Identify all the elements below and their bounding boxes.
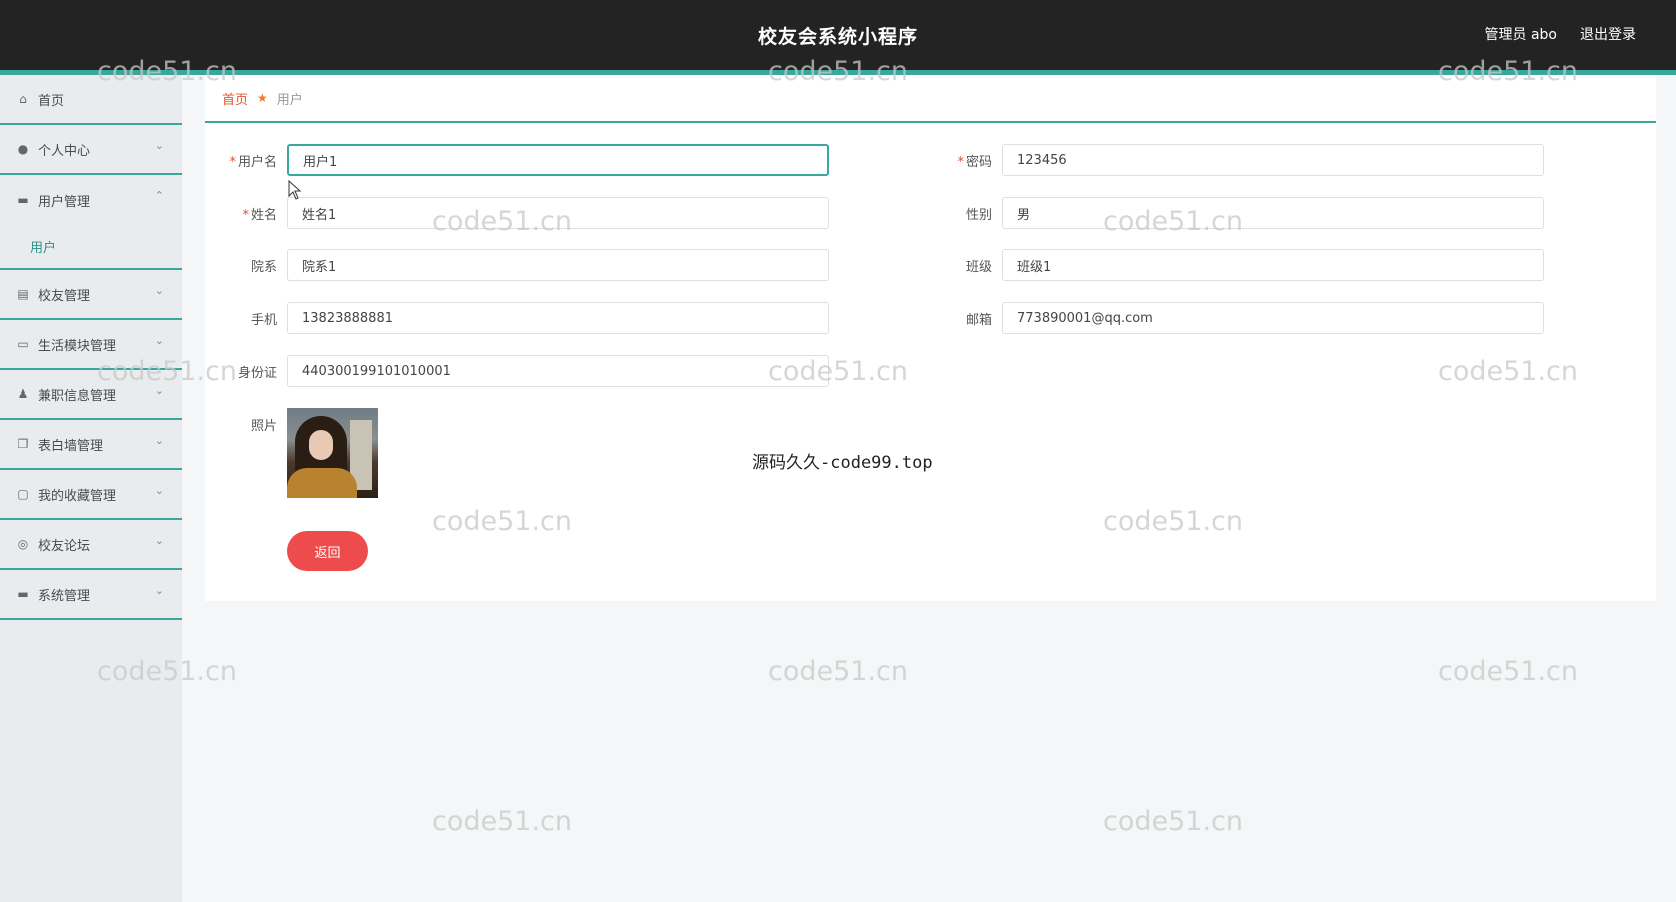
form-row-department: 院系: [207, 249, 829, 281]
chevron-down-icon: ⌄: [154, 434, 164, 447]
department-label: 院系: [250, 259, 277, 275]
phone-label: 手机: [250, 312, 277, 328]
form-row-email: 邮箱: [922, 302, 1544, 334]
breadcrumb-home[interactable]: 首页: [222, 89, 248, 108]
watermark: code51.cn: [432, 806, 573, 837]
password-label: 密码: [965, 154, 992, 170]
chevron-down-icon: ⌄: [154, 334, 164, 347]
watermark: code51.cn: [1438, 656, 1579, 687]
card-icon: ▭: [17, 337, 29, 351]
clipboard-icon: ▤: [17, 287, 29, 301]
form-row-phone: 手机: [207, 302, 829, 334]
briefcase-icon: ▬: [17, 193, 29, 207]
sidebar-item-personal-center[interactable]: ● 个人中心 ⌄: [0, 125, 182, 175]
sidebar-item-label: 表白墙管理: [38, 438, 104, 454]
user-icon: ●: [17, 142, 29, 156]
app-title: 校友会系统小程序: [757, 26, 918, 48]
required-mark: *: [242, 207, 249, 223]
copy-icon: ❐: [17, 437, 29, 451]
sidebar-item-forum[interactable]: ◎ 校友论坛 ⌄: [0, 520, 182, 570]
sidebar-item-label: 我的收藏管理: [38, 488, 117, 504]
class-label: 班级: [965, 259, 992, 275]
form-row-class: 班级: [922, 249, 1544, 281]
chevron-down-icon: ⌄: [154, 384, 164, 397]
username-input[interactable]: [287, 144, 829, 176]
class-input[interactable]: [1002, 249, 1544, 281]
sidebar-item-label: 系统管理: [38, 588, 91, 604]
photo-label: 照片: [250, 419, 277, 434]
globe-icon: ◎: [17, 537, 29, 551]
password-input[interactable]: [1002, 144, 1544, 176]
email-label: 邮箱: [965, 312, 992, 328]
watermark: code51.cn: [1103, 806, 1244, 837]
sidebar-item-system[interactable]: ▬ 系统管理 ⌄: [0, 570, 182, 620]
chat-icon: ▢: [17, 487, 29, 501]
chevron-up-icon: ⌃: [154, 189, 164, 202]
home-icon: ⌂: [19, 92, 27, 106]
watermark: code51.cn: [768, 656, 909, 687]
form-row-idcard: 身份证: [207, 355, 829, 387]
user-photo[interactable]: [287, 408, 378, 498]
chevron-down-icon: ⌄: [154, 534, 164, 547]
name-input[interactable]: [287, 197, 829, 229]
chevron-down-icon: ⌄: [154, 584, 164, 597]
mouse-cursor-icon: [288, 180, 302, 200]
current-user-label: 管理员 abo: [1484, 27, 1557, 43]
form-row-username: * 用户名: [207, 144, 829, 176]
sidebar-item-home[interactable]: ⌂ 首页: [0, 75, 182, 125]
sidebar-item-label: 校友论坛: [38, 538, 91, 554]
gender-label: 性别: [965, 207, 992, 223]
breadcrumb: 首页 ★ 用户: [205, 75, 1656, 123]
chevron-down-icon: ⌄: [154, 139, 164, 152]
email-input[interactable]: [1002, 302, 1544, 334]
gender-input[interactable]: [1002, 197, 1544, 229]
sidebar-item-label: 首页: [38, 93, 65, 109]
sidebar-item-favorites[interactable]: ▢ 我的收藏管理 ⌄: [0, 470, 182, 520]
person-icon: ♟: [17, 387, 29, 401]
form-row-gender: 性别: [922, 197, 1544, 229]
username-label: 用户名: [237, 154, 277, 170]
sidebar-item-label: 生活模块管理: [38, 338, 117, 354]
idcard-input[interactable]: [287, 355, 829, 387]
sidebar-item-user-management[interactable]: ▬ 用户管理 ⌃: [0, 175, 182, 225]
idcard-label: 身份证: [237, 365, 277, 381]
logout-link[interactable]: 退出登录: [1580, 24, 1636, 44]
sidebar-subitem-users[interactable]: 用户: [0, 225, 182, 270]
chevron-down-icon: ⌄: [154, 484, 164, 497]
phone-input[interactable]: [287, 302, 829, 334]
back-button[interactable]: 返回: [287, 531, 368, 571]
name-label: 姓名: [250, 207, 277, 223]
sidebar-item-label: 用户管理: [38, 194, 91, 210]
sidebar-item-label: 个人中心: [38, 143, 91, 159]
sidebar-item-alumni-management[interactable]: ▤ 校友管理 ⌄: [0, 270, 182, 320]
center-note: 源码久久-code99.top: [752, 453, 933, 473]
sidebar-item-label: 校友管理: [38, 288, 91, 304]
form-row-name: * 姓名: [207, 197, 829, 229]
star-icon: ★: [257, 91, 268, 105]
department-input[interactable]: [287, 249, 829, 281]
top-header-bar: 校友会系统小程序 管理员 abo 退出登录: [0, 0, 1676, 75]
required-mark: *: [957, 154, 964, 170]
breadcrumb-current: 用户: [276, 92, 303, 108]
photo-coat: [287, 468, 357, 498]
sidebar-item-life-module[interactable]: ▭ 生活模块管理 ⌄: [0, 320, 182, 370]
sidebar-item-parttime[interactable]: ♟ 兼职信息管理 ⌄: [0, 370, 182, 420]
sidebar: ⌂ 首页 ● 个人中心 ⌄ ▬ 用户管理 ⌃ 用户 ▤ 校友管理 ⌄ ▭ 生活模…: [0, 75, 182, 902]
sidebar-item-label: 兼职信息管理: [38, 388, 117, 404]
ticket-icon: ▬: [17, 587, 29, 601]
form-row-password: * 密码: [922, 144, 1544, 176]
form-row-photo: 照片: [207, 415, 287, 434]
required-mark: *: [229, 154, 236, 170]
photo-face: [309, 430, 333, 460]
sidebar-item-confession-wall[interactable]: ❐ 表白墙管理 ⌄: [0, 420, 182, 470]
chevron-down-icon: ⌄: [154, 284, 164, 297]
